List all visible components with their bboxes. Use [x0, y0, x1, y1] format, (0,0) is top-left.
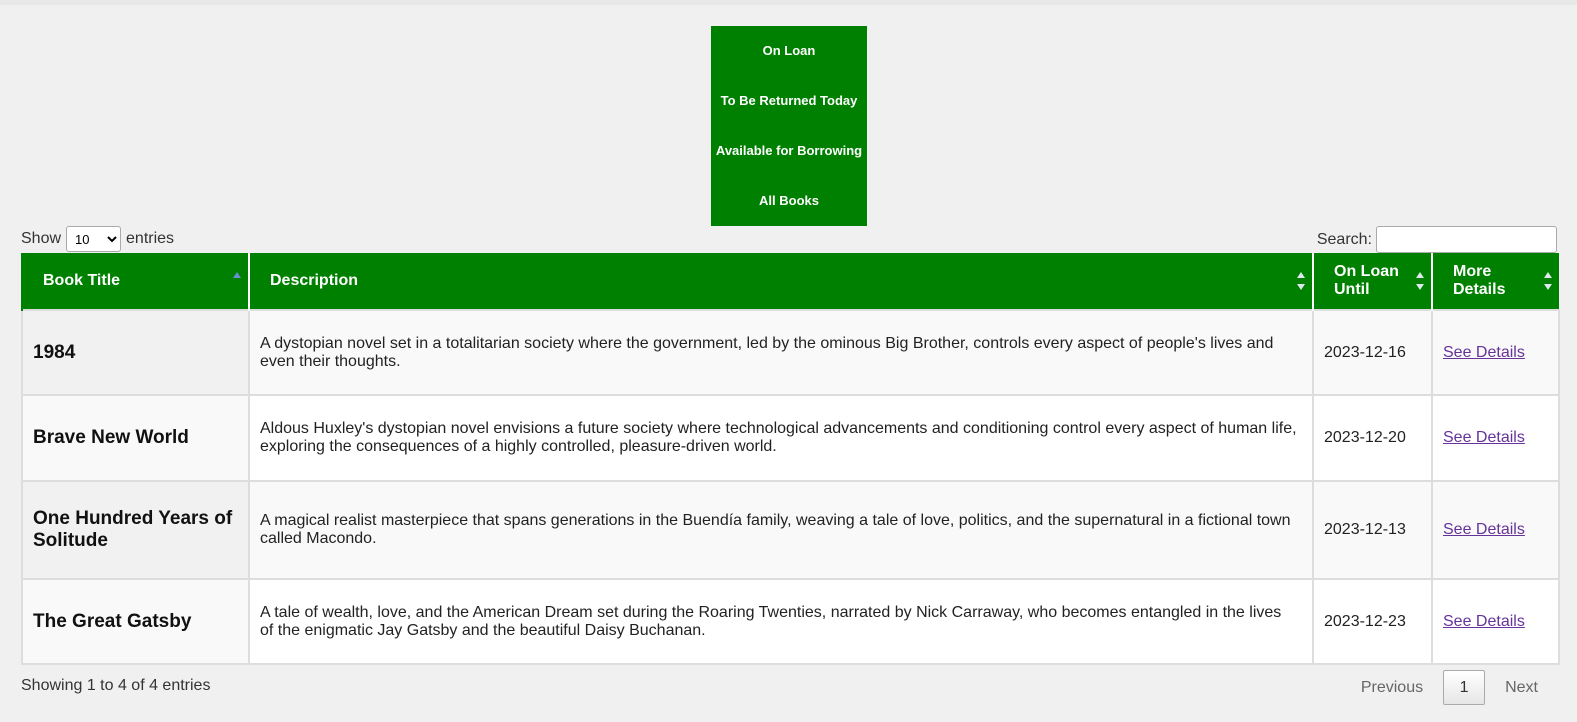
search-filter: Search:	[1317, 226, 1557, 253]
description-cell: A dystopian novel set in a totalitarian …	[248, 309, 1314, 396]
search-input[interactable]	[1376, 226, 1557, 253]
column-header-more-details[interactable]: More Details	[1431, 253, 1559, 310]
details-cell: See Details	[1431, 394, 1560, 482]
sort-both-icon	[1416, 272, 1425, 290]
search-label: Search:	[1316, 230, 1372, 248]
table-row: The Great Gatsby A tale of wealth, love,…	[21, 578, 1560, 665]
books-table: Book Title Description On Loan Until Mor…	[21, 253, 1560, 665]
sort-ascending-icon	[233, 272, 242, 290]
menu-item-available[interactable]: Available for Borrowing	[711, 126, 867, 176]
sort-both-icon	[1544, 272, 1553, 290]
entries-label: entries	[126, 230, 175, 247]
header-label: More Details	[1453, 263, 1506, 298]
header-label: Book Title	[43, 272, 121, 289]
see-details-link[interactable]: See Details	[1443, 613, 1525, 630]
book-title-cell: One Hundred Years of Solitude	[21, 480, 250, 580]
menu-item-on-loan[interactable]: On Loan	[711, 26, 867, 76]
header-label: On Loan Until	[1334, 263, 1399, 298]
table-row: Brave New World Aldous Huxley's dystopia…	[21, 394, 1560, 482]
table-row: One Hundred Years of Solitude A magical …	[21, 480, 1560, 580]
see-details-link[interactable]: See Details	[1443, 521, 1525, 538]
next-button[interactable]: Next	[1491, 679, 1552, 697]
due-date-cell: 2023-12-16	[1312, 309, 1433, 396]
details-cell: See Details	[1431, 480, 1560, 580]
description-cell: Aldous Huxley's dystopian novel envision…	[248, 394, 1314, 482]
previous-button[interactable]: Previous	[1347, 679, 1437, 697]
menu-item-all-books[interactable]: All Books	[711, 176, 867, 226]
table-info: Showing 1 to 4 of 4 entries	[21, 677, 211, 694]
details-cell: See Details	[1431, 309, 1560, 396]
due-date-cell: 2023-12-13	[1312, 480, 1433, 580]
top-band	[0, 0, 1577, 5]
page-button-current[interactable]: 1	[1443, 670, 1486, 705]
column-header-description[interactable]: Description	[248, 253, 1313, 310]
table-row: 1984 A dystopian novel set in a totalita…	[21, 309, 1560, 396]
see-details-link[interactable]: See Details	[1443, 429, 1525, 446]
column-header-on-loan-until[interactable]: On Loan Until	[1312, 253, 1432, 310]
table-header-row: Book Title Description On Loan Until Mor…	[21, 253, 1559, 310]
description-cell: A tale of wealth, love, and the American…	[248, 578, 1314, 665]
show-label: Show	[21, 230, 62, 247]
entries-per-page-select[interactable]: 10	[66, 226, 122, 252]
book-filter-menu: On Loan To Be Returned Today Available f…	[711, 26, 867, 226]
book-title-cell: The Great Gatsby	[21, 578, 250, 665]
pagination: Previous 1 Next	[1347, 670, 1552, 705]
entries-length-control: Show 10 entries	[21, 226, 174, 252]
due-date-cell: 2023-12-23	[1312, 578, 1433, 665]
details-cell: See Details	[1431, 578, 1560, 665]
book-title-cell: Brave New World	[21, 394, 250, 482]
column-header-book-title[interactable]: Book Title	[21, 253, 249, 310]
see-details-link[interactable]: See Details	[1443, 344, 1525, 361]
book-title-cell: 1984	[21, 309, 250, 396]
sort-both-icon	[1297, 272, 1306, 290]
description-cell: A magical realist masterpiece that spans…	[248, 480, 1314, 580]
menu-item-returned-today[interactable]: To Be Returned Today	[711, 76, 867, 126]
due-date-cell: 2023-12-20	[1312, 394, 1433, 482]
header-label: Description	[270, 272, 359, 289]
